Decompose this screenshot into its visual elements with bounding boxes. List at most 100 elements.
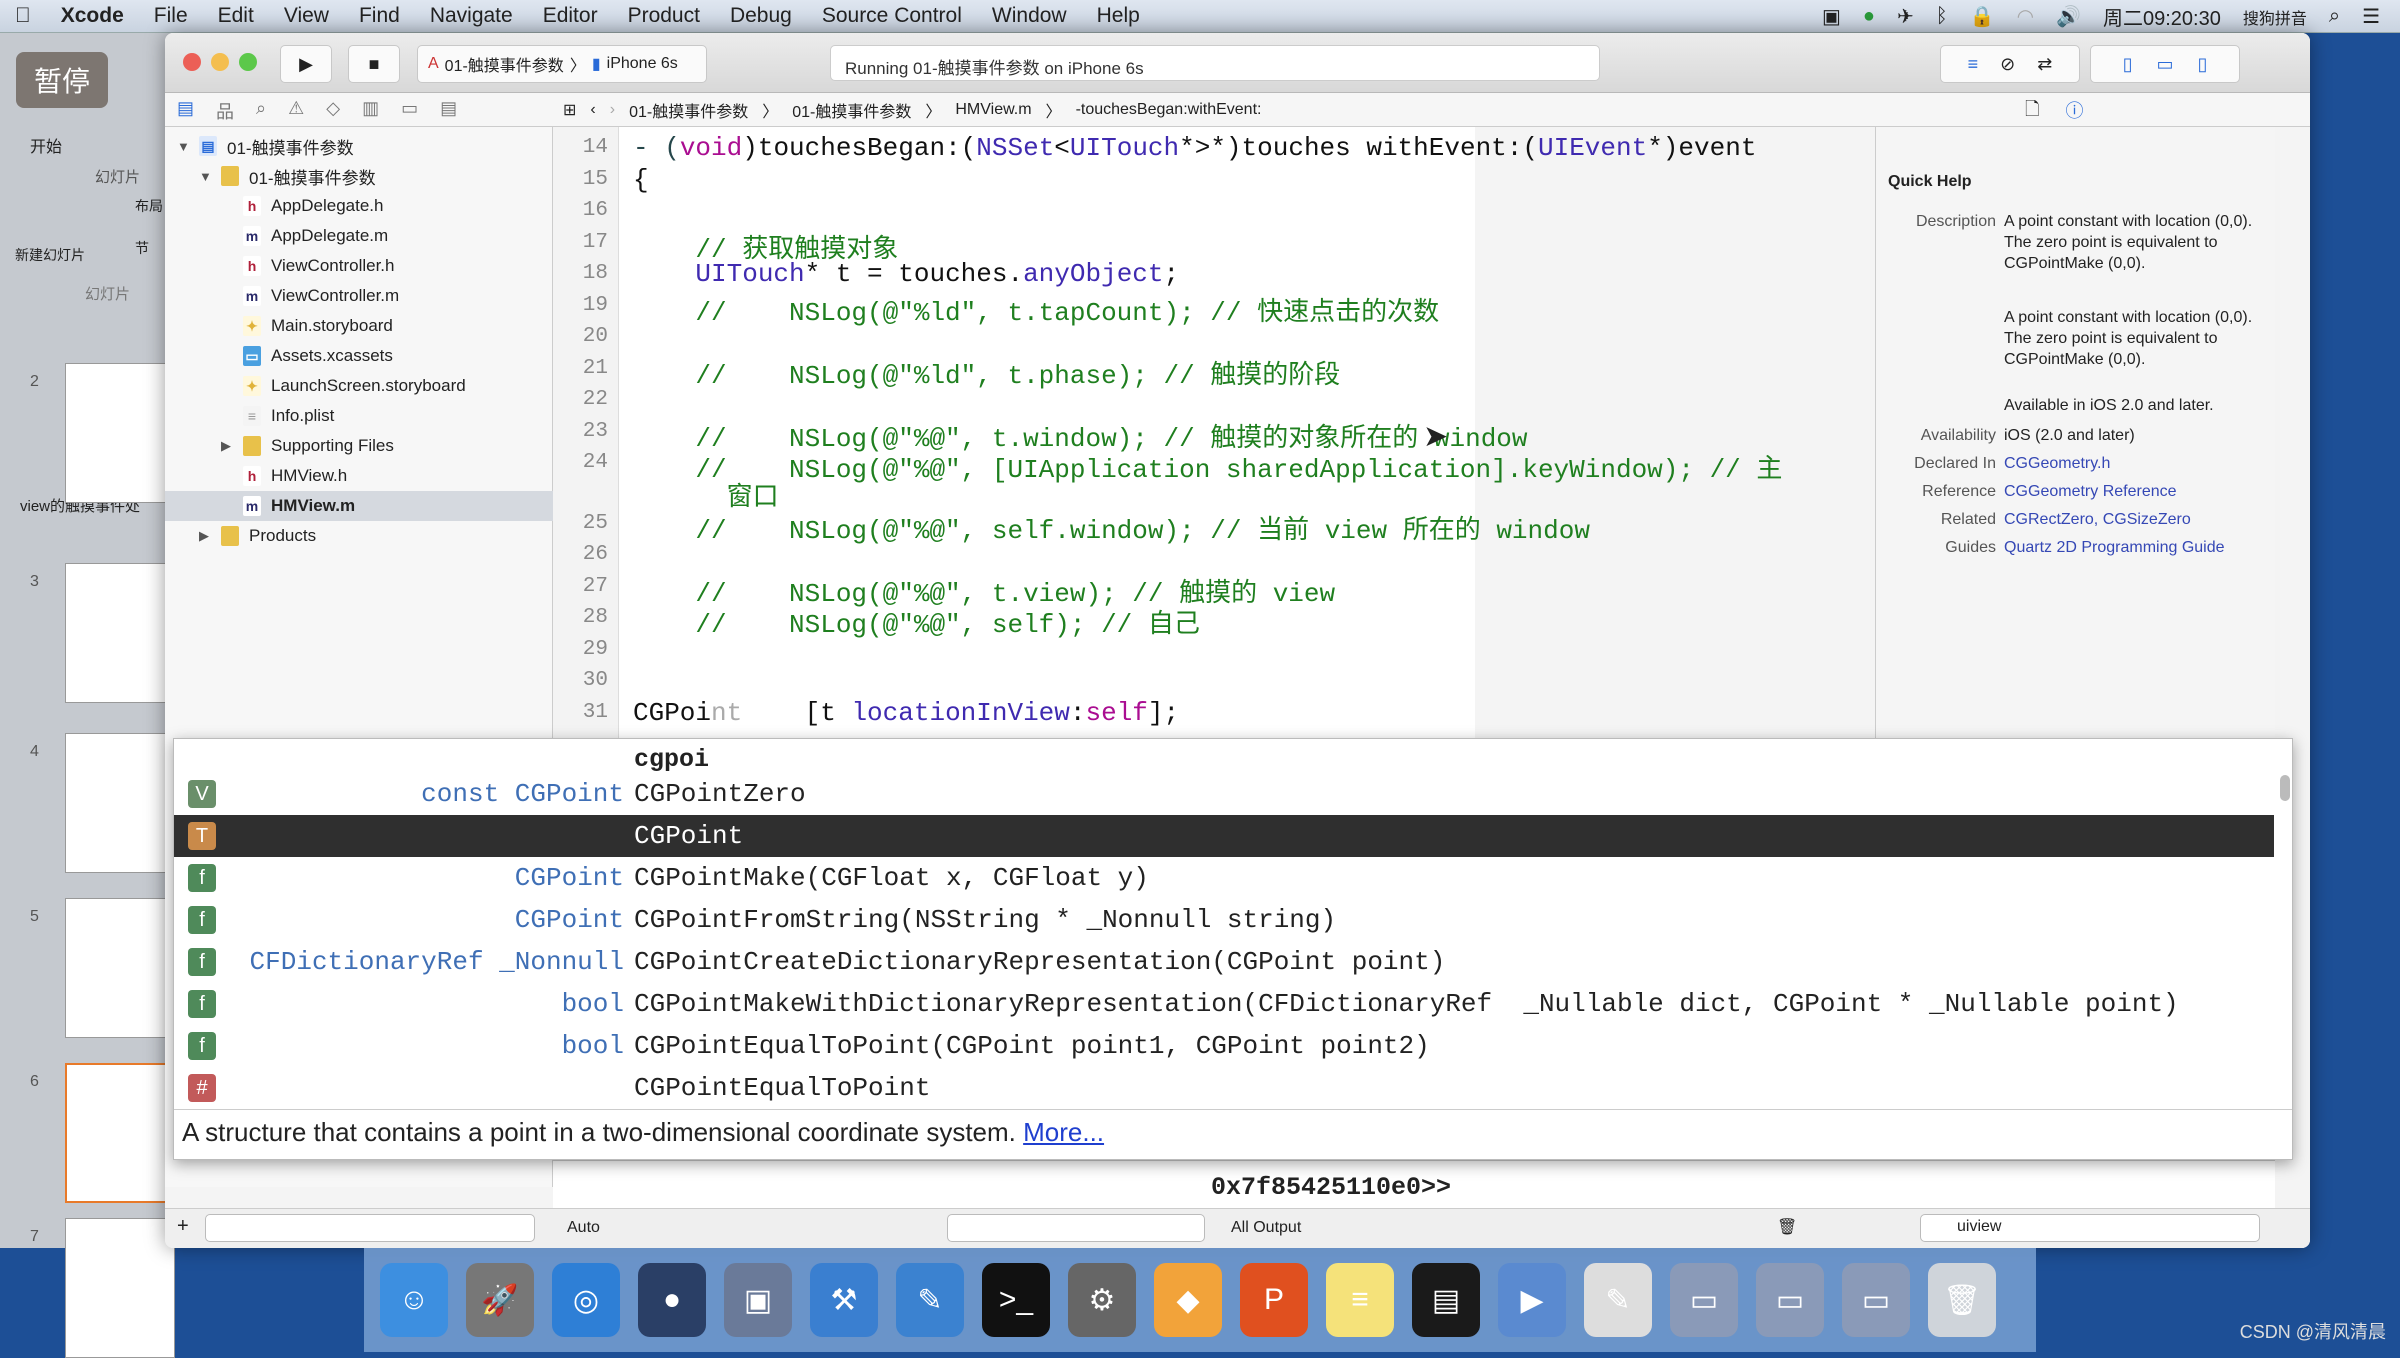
- code-line[interactable]: // NSLog(@"%ld", t.tapCount); // 快速点击的次数: [633, 291, 1439, 328]
- nav-item[interactable]: m HMView.m: [165, 491, 553, 521]
- minimize-window-button[interactable]: [211, 53, 229, 71]
- crumb-file[interactable]: HMView.m: [955, 101, 1031, 119]
- quick-help-link[interactable]: CGGeometry.h: [2004, 453, 2266, 474]
- console-icon[interactable]: ▤: [1412, 1263, 1480, 1337]
- breakpoint-navigator-icon[interactable]: ▭: [401, 98, 418, 124]
- completion-item[interactable]: f bool CGPointMakeWithDictionaryRepresenta…: [174, 983, 2274, 1025]
- variables-filter-field[interactable]: [947, 1214, 1205, 1242]
- spotlight-icon[interactable]: ⌕: [2329, 5, 2340, 28]
- clock[interactable]: 周二09:20:30: [2103, 2, 2221, 31]
- toggle-inspector-icon[interactable]: ▯: [2198, 54, 2208, 75]
- xcode-icon[interactable]: ⚒: [810, 1263, 878, 1337]
- console-filter-field[interactable]: uiview: [1920, 1214, 2260, 1242]
- slide-thumbnail[interactable]: [65, 1218, 175, 1358]
- notes-icon[interactable]: ≡: [1326, 1263, 1394, 1337]
- notification-center-icon[interactable]: ☰: [2362, 4, 2380, 29]
- forward-button[interactable]: ›: [610, 101, 615, 119]
- crumb-group[interactable]: 01-触摸事件参数: [792, 98, 911, 122]
- status-green-icon[interactable]: ●: [1863, 5, 1875, 28]
- nav-item[interactable]: ▼ ▤ 01-触摸事件参数: [177, 131, 354, 161]
- code-line[interactable]: UITouch* t = touches.anyObject;: [633, 259, 1179, 289]
- navigator-filter-field[interactable]: [205, 1214, 535, 1242]
- instruments-icon[interactable]: ✎: [896, 1263, 964, 1337]
- preview-icon[interactable]: ✎: [1584, 1263, 1652, 1337]
- nav-item[interactable]: ▶ Products: [199, 521, 316, 551]
- disclosure-triangle-icon[interactable]: ▼: [199, 169, 221, 184]
- ppt-tab-home[interactable]: 开始: [30, 133, 62, 157]
- run-button[interactable]: ▶: [280, 45, 332, 83]
- lock-icon[interactable]: 🔒: [1970, 4, 1995, 29]
- completion-item[interactable]: f CGPoint CGPointMake(CGFloat x, CGFloat y…: [174, 857, 2274, 899]
- airplane-icon[interactable]: ✈: [1897, 4, 1914, 29]
- add-button[interactable]: +: [177, 1215, 189, 1238]
- ppt-section-button[interactable]: 节: [135, 238, 149, 258]
- more-link[interactable]: More...: [1023, 1117, 1104, 1147]
- quick-help-link[interactable]: CGGeometry Reference: [2004, 481, 2266, 502]
- menu-find[interactable]: Find: [344, 4, 415, 28]
- completion-item[interactable]: T CGPoint: [174, 815, 2274, 857]
- project-navigator-icon[interactable]: ▤: [177, 98, 194, 124]
- menu-app-xcode[interactable]: Xcode: [46, 4, 139, 28]
- code-line[interactable]: {: [633, 165, 649, 195]
- standard-editor-icon[interactable]: ≡: [1968, 54, 1979, 75]
- input-method[interactable]: 搜狗拼音: [2243, 5, 2307, 29]
- ppt-new-slide-button[interactable]: 新建幻灯片: [15, 245, 85, 265]
- slide-thumbnail[interactable]: [65, 898, 175, 1038]
- related-items-icon[interactable]: ⊞: [563, 100, 576, 120]
- nav-item[interactable]: ▶ Supporting Files: [221, 431, 394, 461]
- code-line[interactable]: // NSLog(@"%@", self); // 自己: [633, 603, 1199, 640]
- file-inspector-icon[interactable]: 🗋: [2025, 97, 2039, 127]
- apple-icon[interactable]: : [0, 4, 46, 28]
- menu-help[interactable]: Help: [1082, 4, 1155, 28]
- screen-share-3-icon[interactable]: ▭: [1842, 1263, 1910, 1337]
- code-line[interactable]: - (void)touchesBegan:(NSSet<UITouch*>*)t…: [633, 133, 1756, 163]
- test-navigator-icon[interactable]: ◇: [326, 98, 340, 124]
- ppt-slides-tab[interactable]: 幻灯片: [85, 283, 130, 304]
- slide-thumbnail[interactable]: [65, 1063, 175, 1203]
- nav-item[interactable]: ≡ Info.plist: [221, 401, 334, 431]
- menu-source-control[interactable]: Source Control: [807, 4, 977, 28]
- sketch-icon[interactable]: ◆: [1154, 1263, 1222, 1337]
- completion-item[interactable]: f bool CGPointEqualToPoint(CGPoint point1,…: [174, 1025, 2274, 1067]
- completion-item[interactable]: # CGPointEqualToPoint: [174, 1067, 2274, 1109]
- trash-console-icon[interactable]: 🗑: [1777, 1217, 1797, 1237]
- photo-slideshow-icon[interactable]: ▣: [724, 1263, 792, 1337]
- nav-item[interactable]: h AppDelegate.h: [221, 191, 383, 221]
- bluetooth-icon[interactable]: ᛒ: [1936, 5, 1948, 28]
- menu-window[interactable]: Window: [977, 4, 1082, 28]
- quicktime-player-icon[interactable]: ▶: [1498, 1263, 1566, 1337]
- mouse-app-icon[interactable]: ●: [638, 1263, 706, 1337]
- slide-thumbnail[interactable]: [65, 563, 175, 703]
- ppt-layout-button[interactable]: 布局: [135, 196, 163, 216]
- paw-icon[interactable]: P: [1240, 1263, 1308, 1337]
- issue-navigator-icon[interactable]: ⚠: [288, 98, 304, 124]
- disclosure-triangle-icon[interactable]: ▶: [199, 528, 221, 544]
- code-line[interactable]: // NSLog(@"%@", self.window); // 当前 view…: [633, 509, 1590, 546]
- source-editor[interactable]: 14 15 16 17 18 19 20 21 22 23 24 25 26 27 28 29 30 31 - (…: [553, 127, 1782, 787]
- completion-item[interactable]: f CFDictionaryRef _Nonnull CGPointCreateDi…: [174, 941, 2274, 983]
- nav-item[interactable]: ✦ Main.storyboard: [221, 311, 393, 341]
- pause-overlay-button[interactable]: 暂停: [16, 52, 108, 108]
- disclosure-triangle-icon[interactable]: ▼: [177, 139, 199, 154]
- nav-item[interactable]: m AppDelegate.m: [221, 221, 388, 251]
- menu-navigate[interactable]: Navigate: [415, 4, 528, 28]
- menu-editor[interactable]: Editor: [528, 4, 613, 28]
- completion-scrollbar[interactable]: [2280, 775, 2290, 801]
- quick-help-link[interactable]: CGRectZero, CGSizeZero: [2004, 509, 2266, 530]
- trash-icon[interactable]: 🗑: [1928, 1263, 1996, 1337]
- volume-icon[interactable]: 🔊: [2056, 4, 2081, 29]
- code-line[interactable]: // NSLog(@"%ld", t.phase); // 触摸的阶段: [633, 354, 1340, 391]
- menu-product[interactable]: Product: [613, 4, 715, 28]
- screen-record-icon[interactable]: ▣: [1822, 4, 1841, 29]
- slide-thumbnail[interactable]: [65, 363, 175, 503]
- completion-item[interactable]: Vconst CGPoint CGPointZero: [174, 773, 2274, 815]
- debug-navigator-icon[interactable]: ▥: [362, 98, 379, 124]
- finder-icon[interactable]: ☺: [380, 1263, 448, 1337]
- crumb-project[interactable]: 01-触摸事件参数: [629, 98, 748, 122]
- back-button[interactable]: ‹: [590, 101, 595, 119]
- completion-item[interactable]: f CGPoint CGPointFromString(NSString * _No…: [174, 899, 2274, 941]
- close-window-button[interactable]: [183, 53, 201, 71]
- nav-item[interactable]: ✦ LaunchScreen.storyboard: [221, 371, 466, 401]
- launchpad-icon[interactable]: 🚀: [466, 1263, 534, 1337]
- nav-item[interactable]: ▼ 01-触摸事件参数: [199, 161, 376, 191]
